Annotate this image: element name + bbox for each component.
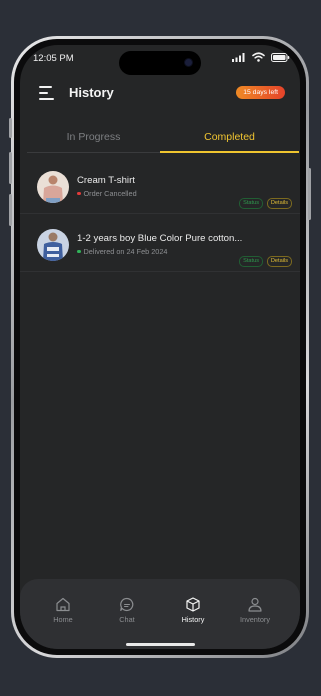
nav-history[interactable]: History	[168, 597, 218, 624]
dynamic-island	[119, 51, 201, 75]
bottom-nav: Home Chat History Inventory	[20, 579, 300, 649]
status-dot	[77, 191, 81, 195]
battery-icon	[271, 52, 290, 62]
order-item[interactable]: 1-2 years boy Blue Color Pure cotton... …	[20, 213, 300, 272]
nav-label-chat: Chat	[119, 615, 135, 624]
product-thumbnail	[37, 229, 69, 261]
phone-side-button	[9, 152, 12, 184]
nav-label-inventory: Inventory	[239, 615, 270, 624]
phone-side-button	[308, 168, 311, 220]
days-left-badge: 15 days left	[236, 86, 285, 99]
nav-label-history: History	[181, 615, 205, 624]
tab-completed[interactable]: Completed	[160, 131, 299, 151]
box-icon	[186, 597, 200, 612]
page-title: History	[69, 85, 114, 100]
details-button[interactable]: Details	[266, 198, 292, 209]
product-name: Cream T-shirt	[77, 175, 135, 186]
nav-chat[interactable]: Chat	[102, 597, 152, 624]
phone-side-button	[9, 118, 12, 138]
order-item[interactable]: Cream T-shirt Order Cancelled Status Det…	[20, 155, 300, 214]
camera-icon	[185, 59, 192, 66]
home-indicator[interactable]	[126, 643, 195, 646]
order-status-text: Delivered on 24 Feb 2024	[83, 247, 168, 256]
details-button[interactable]: Details	[266, 256, 292, 267]
status-dot	[77, 249, 81, 253]
wifi-icon	[252, 52, 265, 62]
order-tabs: In Progress Completed	[27, 131, 299, 153]
person-icon	[248, 597, 262, 612]
header: History 15 days left	[20, 79, 300, 109]
screen: 12:05 PM History 15 days left In Progres…	[20, 45, 300, 649]
nav-home[interactable]: Home	[38, 597, 88, 624]
product-name: 1-2 years boy Blue Color Pure cotton...	[77, 233, 243, 244]
menu-icon[interactable]	[39, 86, 54, 100]
home-icon	[56, 597, 70, 612]
tab-in-progress[interactable]: In Progress	[27, 131, 160, 151]
status-button[interactable]: Status	[239, 198, 263, 209]
signal-icon	[232, 52, 245, 62]
chat-icon	[120, 597, 134, 612]
status-bar: 12:05 PM	[20, 45, 300, 75]
nav-label-home: Home	[53, 615, 73, 624]
status-time: 12:05 PM	[33, 53, 74, 64]
status-button[interactable]: Status	[239, 256, 263, 267]
nav-inventory[interactable]: Inventory	[230, 597, 280, 624]
product-thumbnail	[37, 171, 69, 203]
order-status: Order Cancelled	[77, 189, 137, 198]
active-tab-indicator	[160, 151, 299, 153]
status-icons	[232, 52, 290, 62]
order-status: Delivered on 24 Feb 2024	[77, 247, 167, 256]
order-status-text: Order Cancelled	[83, 189, 137, 198]
phone-side-button	[9, 194, 12, 226]
